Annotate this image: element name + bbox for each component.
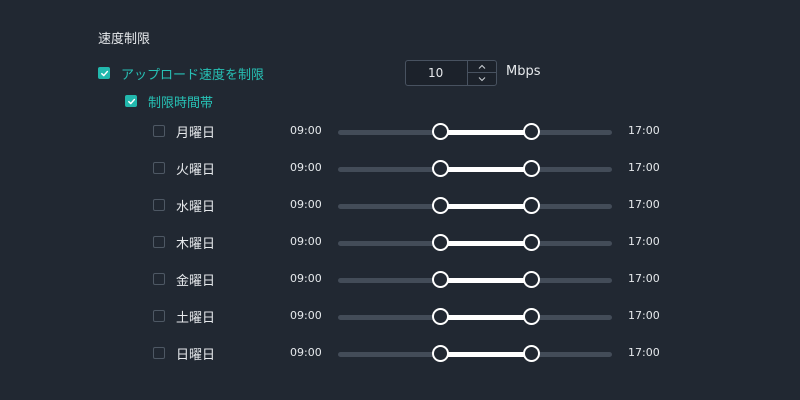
day-checkbox-wednesday[interactable] (153, 199, 165, 211)
slider-end-handle[interactable] (522, 234, 540, 251)
section-title: 速度制限 (98, 32, 151, 47)
slider-start-handle[interactable] (431, 271, 449, 288)
slider-start-handle[interactable] (431, 345, 449, 362)
day-checkbox-saturday[interactable] (153, 310, 165, 322)
checkmark-icon (127, 98, 135, 104)
day-label[interactable]: 火曜日 (176, 159, 215, 178)
start-time: 09:00 (290, 198, 322, 211)
checkmark-icon (100, 70, 108, 76)
upload-limit-checkbox[interactable] (98, 67, 110, 79)
day-row-thursday: 木曜日 09:00 17:00 (0, 231, 800, 255)
slider-end-handle[interactable] (522, 160, 540, 177)
slider-range-fill (440, 130, 532, 135)
day-label[interactable]: 水曜日 (176, 196, 215, 215)
day-label[interactable]: 土曜日 (176, 307, 215, 326)
upload-limit-value[interactable]: 10 (428, 61, 443, 85)
day-row-saturday: 土曜日 09:00 17:00 (0, 305, 800, 329)
slider-end-handle[interactable] (522, 345, 540, 362)
time-range-slider[interactable] (338, 271, 612, 288)
day-label[interactable]: 日曜日 (176, 344, 215, 363)
chevron-down-icon (478, 77, 486, 82)
schedule-checkbox[interactable] (125, 95, 137, 107)
start-time: 09:00 (290, 161, 322, 174)
slider-range-fill (440, 167, 532, 172)
day-row-friday: 金曜日 09:00 17:00 (0, 268, 800, 292)
stepper-down-button[interactable] (468, 73, 496, 85)
slider-start-handle[interactable] (431, 123, 449, 140)
end-time: 17:00 (628, 346, 660, 359)
end-time: 17:00 (628, 272, 660, 285)
day-checkbox-friday[interactable] (153, 273, 165, 285)
end-time: 17:00 (628, 309, 660, 322)
time-range-slider[interactable] (338, 197, 612, 214)
slider-range-fill (440, 241, 532, 246)
day-row-monday: 月曜日 09:00 17:00 (0, 120, 800, 144)
slider-range-fill (440, 352, 532, 357)
start-time: 09:00 (290, 272, 322, 285)
slider-range-fill (440, 204, 532, 209)
day-checkbox-tuesday[interactable] (153, 162, 165, 174)
time-range-slider[interactable] (338, 308, 612, 325)
time-range-slider[interactable] (338, 234, 612, 251)
stepper-up-button[interactable] (468, 61, 496, 73)
day-row-sunday: 日曜日 09:00 17:00 (0, 342, 800, 366)
start-time: 09:00 (290, 235, 322, 248)
slider-start-handle[interactable] (431, 234, 449, 251)
end-time: 17:00 (628, 161, 660, 174)
schedule-label[interactable]: 制限時間帯 (148, 92, 213, 111)
slider-start-handle[interactable] (431, 160, 449, 177)
time-range-slider[interactable] (338, 123, 612, 140)
slider-end-handle[interactable] (522, 123, 540, 140)
day-row-tuesday: 火曜日 09:00 17:00 (0, 157, 800, 181)
slider-end-handle[interactable] (522, 308, 540, 325)
start-time: 09:00 (290, 346, 322, 359)
upload-limit-label[interactable]: アップロード速度を制限 (121, 64, 264, 83)
day-label[interactable]: 月曜日 (176, 122, 215, 141)
slider-end-handle[interactable] (522, 271, 540, 288)
end-time: 17:00 (628, 124, 660, 137)
end-time: 17:00 (628, 198, 660, 211)
slider-start-handle[interactable] (431, 197, 449, 214)
stepper-buttons (467, 61, 496, 85)
slider-range-fill (440, 278, 532, 283)
time-range-slider[interactable] (338, 345, 612, 362)
slider-start-handle[interactable] (431, 308, 449, 325)
day-row-wednesday: 水曜日 09:00 17:00 (0, 194, 800, 218)
day-label[interactable]: 金曜日 (176, 270, 215, 289)
day-checkbox-thursday[interactable] (153, 236, 165, 248)
slider-range-fill (440, 315, 532, 320)
chevron-up-icon (478, 64, 486, 69)
slider-end-handle[interactable] (522, 197, 540, 214)
upload-limit-unit: Mbps (506, 64, 541, 79)
day-checkbox-sunday[interactable] (153, 347, 165, 359)
day-checkbox-monday[interactable] (153, 125, 165, 137)
start-time: 09:00 (290, 124, 322, 137)
upload-limit-stepper[interactable]: 10 (405, 60, 497, 86)
time-range-slider[interactable] (338, 160, 612, 177)
start-time: 09:00 (290, 309, 322, 322)
day-label[interactable]: 木曜日 (176, 233, 215, 252)
end-time: 17:00 (628, 235, 660, 248)
